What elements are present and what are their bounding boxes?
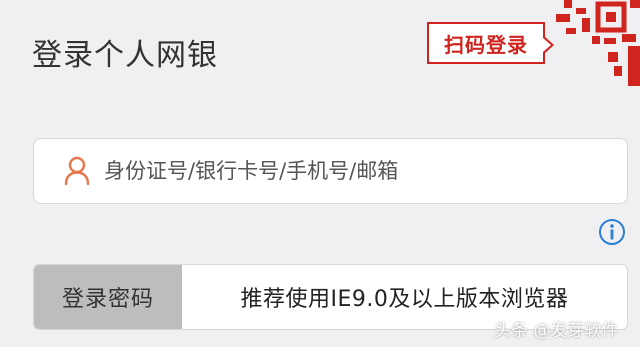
account-field[interactable] xyxy=(33,138,628,204)
qr-code-icon[interactable] xyxy=(552,0,640,90)
login-password-label: 登录密码 xyxy=(61,287,154,312)
user-icon xyxy=(64,156,90,186)
scan-login-button[interactable]: 扫码登录 xyxy=(427,22,554,64)
info-icon[interactable] xyxy=(598,218,626,246)
scan-login-label: 扫码登录 xyxy=(444,32,528,57)
watermark: 头条 @发芽软件 xyxy=(494,321,619,341)
account-input[interactable] xyxy=(104,159,604,183)
login-password-tab[interactable]: 登录密码 xyxy=(34,265,182,329)
page-title: 登录个人网银 xyxy=(32,38,218,73)
